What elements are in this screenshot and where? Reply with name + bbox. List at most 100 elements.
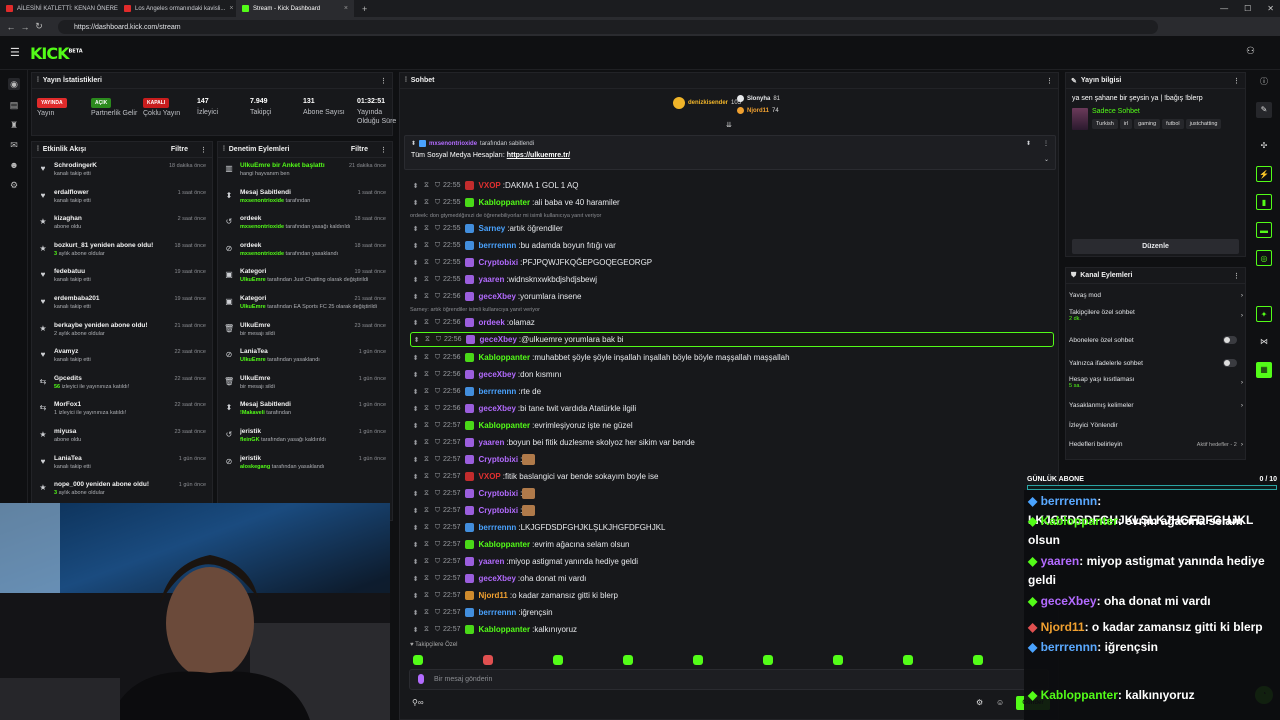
- pin-message-icon[interactable]: ⬍: [410, 456, 421, 464]
- timeout-icon[interactable]: ⧖: [421, 490, 432, 498]
- chat-message[interactable]: ⬍ ⧖ ⛉ 22:57 Cryptobixi:: [410, 503, 1054, 518]
- pin-message-icon[interactable]: ⬍: [410, 225, 421, 233]
- top-gifter[interactable]: Njord11 74: [737, 107, 779, 114]
- chat-message[interactable]: ⬍ ⧖ ⛉ 22:55 yaaren: widnsknxwkbdjshdjsbewj: [410, 272, 1054, 287]
- timeout-icon[interactable]: ⧖: [421, 558, 432, 566]
- pin-message-icon[interactable]: ⬍: [410, 541, 421, 549]
- pin-message-icon[interactable]: ⬍: [410, 259, 421, 267]
- close-tab-icon[interactable]: ×: [344, 5, 348, 12]
- feed-item[interactable]: ★ nope_000 yeniden abone oldu! 3 aylık abo…: [32, 477, 212, 504]
- minimize-icon[interactable]: —: [1220, 4, 1228, 13]
- timeout-icon[interactable]: ⧖: [421, 524, 432, 532]
- feed-item[interactable]: ▣ Kategori UlkuEmre tarafından EA Sports F…: [218, 291, 392, 318]
- maximize-icon[interactable]: ☐: [1244, 4, 1251, 13]
- message-username[interactable]: geceXbey: [479, 404, 516, 413]
- pinned-link[interactable]: https://ulkuemre.tr/: [507, 152, 570, 159]
- feed-item[interactable]: ⬍ Mesaj Sabitlendi mxsenontrioxide tarafın…: [218, 185, 392, 212]
- feed-item[interactable]: ♥ erdembaba201 kanalı takip etti 19 saat ön…: [32, 291, 212, 318]
- message-username[interactable]: berrrennn: [479, 241, 517, 250]
- trophy-icon[interactable]: ♜: [8, 119, 20, 131]
- stream-tag[interactable]: justchatting: [1185, 119, 1222, 129]
- channel-action-row[interactable]: Yasaklanmış kelimeler ›: [1069, 402, 1243, 409]
- feed-item[interactable]: ♥ fedebatuu kanalı takip etti 19 saat önce: [32, 264, 212, 291]
- message-username[interactable]: Kabloppanter: [479, 421, 531, 430]
- edit-icon[interactable]: ✎: [1256, 102, 1272, 118]
- pin-message-icon[interactable]: ⬍: [410, 524, 421, 532]
- message-username[interactable]: Kabloppanter: [479, 540, 531, 549]
- ban-icon[interactable]: ⛉: [432, 182, 443, 190]
- pin-message-icon[interactable]: ⬍: [410, 473, 421, 481]
- ban-icon[interactable]: ⛉: [432, 626, 443, 634]
- filter-button[interactable]: Filtre: [171, 146, 188, 153]
- chat-message[interactable]: ⬍ ⧖ ⛉ 22:57 geceXbey: oha donat mi vardı: [410, 571, 1054, 586]
- chat-message[interactable]: ⬍ ⧖ ⛉ 22:57 berrrennn: iğrençsin: [410, 605, 1054, 620]
- gamepad-icon[interactable]: ✣: [1256, 138, 1272, 154]
- timeout-icon[interactable]: ⧖: [421, 259, 432, 267]
- close-tab-icon[interactable]: ×: [229, 5, 233, 12]
- chat-message[interactable]: ⬍ ⧖ ⛉ 22:55 berrrennn: bu adamda boyun fıtığ…: [410, 238, 1054, 253]
- pin-message-icon[interactable]: ⬍: [410, 439, 421, 447]
- message-username[interactable]: berrrennn: [479, 523, 517, 532]
- chat-message[interactable]: ⬍ ⧖ ⛉ 22:55 Kabloppanter: ali baba ve 40 har…: [410, 195, 1054, 210]
- message-username[interactable]: Kabloppanter: [479, 625, 531, 634]
- stream-tag[interactable]: futbol: [1162, 119, 1184, 129]
- quick-emote-icon[interactable]: [623, 655, 633, 665]
- forward-icon[interactable]: →: [18, 22, 32, 32]
- menu-icon[interactable]: ☰: [10, 46, 20, 59]
- reload-icon[interactable]: ↻: [32, 21, 46, 32]
- quick-emote-icon[interactable]: [903, 655, 913, 665]
- chat-message[interactable]: ⬍ ⧖ ⛉ 22:56 geceXbey: @ulkuemre yorumlara ba…: [410, 332, 1054, 347]
- timeout-icon[interactable]: ⧖: [421, 242, 432, 250]
- feed-item[interactable]: ★ miyusa abone oldu 23 saat önce: [32, 424, 212, 451]
- chat-message[interactable]: ⬍ ⧖ ⛉ 22:57 Kabloppanter: evrim ağacına sela…: [410, 537, 1054, 552]
- feed-item[interactable]: ★ bozkurt_81 yeniden abone oldu! 3 aylık a…: [32, 238, 212, 265]
- ban-icon[interactable]: ⛉: [432, 541, 443, 549]
- timeout-icon[interactable]: ⧖: [421, 422, 432, 430]
- chat-message[interactable]: ⬍ ⧖ ⛉ 22:57 VXOP: fitik baslangici var bende…: [410, 469, 1054, 484]
- feed-item[interactable]: ▥ UlkuEmre bir Anket başlattı hangi hayvan…: [218, 158, 392, 185]
- top-gifter[interactable]: denizkisender 105: [673, 97, 741, 109]
- pin-message-icon[interactable]: ⬍: [410, 558, 421, 566]
- ban-icon[interactable]: ⛉: [432, 558, 443, 566]
- feed-item[interactable]: 🗑 UlkuEmre bir mesajı sildi 1 gün önce: [218, 371, 392, 398]
- pin-message-icon[interactable]: ⬍: [410, 575, 421, 583]
- message-username[interactable]: geceXbey: [480, 335, 517, 344]
- pin-message-icon[interactable]: ⬍: [410, 490, 421, 498]
- back-icon[interactable]: ←: [4, 22, 18, 32]
- feed-item[interactable]: ★ kizaghan abone oldu 2 saat önce: [32, 211, 212, 238]
- collapse-icon[interactable]: ⌄: [1044, 156, 1049, 163]
- channel-action-row[interactable]: Takipçilere özel sohbet 2 dk. ›: [1069, 309, 1243, 322]
- pin-message-icon[interactable]: ⬍: [410, 319, 421, 327]
- message-username[interactable]: Sarney: [479, 224, 506, 233]
- clipboard-icon[interactable]: ▮: [1256, 194, 1272, 210]
- timeout-icon[interactable]: ⧖: [421, 575, 432, 583]
- timeout-icon[interactable]: ⧖: [421, 626, 432, 634]
- timeout-icon[interactable]: ⧖: [421, 456, 432, 464]
- timeout-icon[interactable]: ⧖: [421, 388, 432, 396]
- message-username[interactable]: Cryptobixi: [479, 455, 519, 464]
- pin-message-icon[interactable]: ⬍: [410, 354, 421, 362]
- chat-tools-icon[interactable]: ⚲∞: [412, 698, 424, 707]
- ban-icon[interactable]: ⛉: [432, 199, 443, 207]
- ban-icon[interactable]: ⛉: [432, 319, 443, 327]
- mic-icon[interactable]: [418, 674, 424, 684]
- more-icon[interactable]: ⋮: [1233, 272, 1240, 280]
- channel-action-row[interactable]: Hedefleri belirleyin Aktif hedefler - 2 ›: [1069, 441, 1243, 448]
- chevron-down-icon[interactable]: ⇊: [726, 121, 732, 129]
- quick-emote-icon[interactable]: [763, 655, 773, 665]
- feed-item[interactable]: ♥ erdalflower kanalı takip etti 1 saat önce: [32, 185, 212, 212]
- pinned-message[interactable]: ⬍ mxsenontrioxide tarafından sabitlendi Tü…: [404, 135, 1056, 170]
- channel-action-row[interactable]: Yalnızca ifadelerle sohbet: [1069, 359, 1243, 367]
- browser-tab[interactable]: AİLESİNİ KATLETTİ: KENAN ÖNEREN×: [0, 0, 118, 17]
- chat-message[interactable]: ⬍ ⧖ ⛉ 22:57 berrrennn: LKJGFDSDFGHJKLŞLKJHGF…: [410, 520, 1054, 535]
- chat-message[interactable]: ⬍ ⧖ ⛉ 22:56 geceXbey: yorumlara insene: [410, 289, 1054, 304]
- timeout-icon[interactable]: ⧖: [421, 592, 432, 600]
- chat-message[interactable]: ⬍ ⧖ ⛉ 22:57 yaaren: boyun bei fitik duzlesme…: [410, 435, 1054, 450]
- feed-item[interactable]: ⬍ Mesaj Sabitlendi !Makaveli tarafından 1 g…: [218, 397, 392, 424]
- ban-icon[interactable]: ⛉: [433, 336, 444, 344]
- message-username[interactable]: yaaren: [479, 438, 505, 447]
- message-username[interactable]: berrrennn: [479, 608, 517, 617]
- feed-item[interactable]: ▣ Kategori UlkuEmre tarafından Just Chatti…: [218, 264, 392, 291]
- info-icon[interactable]: ⓘ: [1256, 74, 1272, 90]
- timeout-icon[interactable]: ⧖: [421, 276, 432, 284]
